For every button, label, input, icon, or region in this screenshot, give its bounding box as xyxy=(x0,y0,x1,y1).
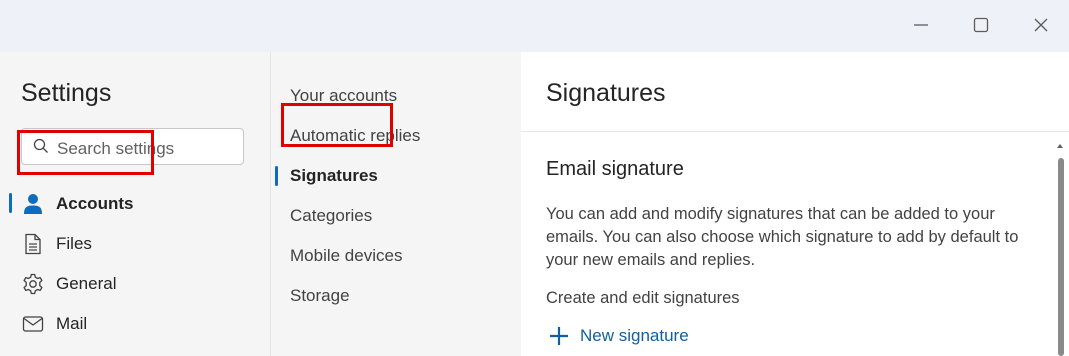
active-indicator xyxy=(9,193,12,213)
sidebar-item-label: Accounts xyxy=(56,194,134,213)
minimize-icon xyxy=(914,24,928,26)
subnav-item-mobile-devices[interactable]: Mobile devices xyxy=(290,241,402,271)
minimize-button[interactable] xyxy=(906,10,936,40)
maximize-icon xyxy=(973,17,989,33)
close-button[interactable] xyxy=(1026,10,1056,40)
close-icon xyxy=(1034,18,1048,32)
panel-header: Signatures xyxy=(521,52,1069,132)
highlight-box-signatures xyxy=(281,103,393,147)
sidebar-item-label: Files xyxy=(56,234,92,253)
signatures-panel: Signatures Email signature You can add a… xyxy=(521,52,1069,356)
section-description: You can add and modify signatures that c… xyxy=(546,205,1019,269)
subnav-item-signatures[interactable]: Signatures xyxy=(290,161,378,191)
subnav-item-storage[interactable]: Storage xyxy=(290,281,350,311)
page-title: Signatures xyxy=(546,79,666,107)
highlight-box-accounts xyxy=(17,130,154,175)
title-bar xyxy=(0,0,1069,52)
sidebar-item-general[interactable]: General xyxy=(21,267,116,301)
new-signature-label: New signature xyxy=(580,326,689,345)
section-title: Email signature xyxy=(546,158,684,180)
accounts-subnav: Your accounts Automatic replies Signatur… xyxy=(270,52,521,356)
mail-icon xyxy=(21,312,45,336)
scrollbar-thumb[interactable] xyxy=(1058,158,1064,356)
subnav-item-categories[interactable]: Categories xyxy=(290,201,372,231)
sidebar-item-files[interactable]: Files xyxy=(21,227,92,261)
sidebar-item-accounts[interactable]: Accounts xyxy=(21,187,133,221)
create-edit-label: Create and edit signatures xyxy=(546,289,740,307)
settings-title: Settings xyxy=(21,79,112,107)
person-icon xyxy=(21,192,45,216)
document-icon xyxy=(21,232,45,256)
maximize-button[interactable] xyxy=(966,10,996,40)
gear-icon xyxy=(21,272,45,296)
scroll-up-arrow[interactable] xyxy=(1055,138,1065,148)
settings-sidebar: Settings Search settings Accounts Files … xyxy=(0,52,270,356)
sidebar-item-label: Mail xyxy=(56,314,88,333)
sidebar-item-mail[interactable]: Mail xyxy=(21,307,87,341)
plus-icon xyxy=(546,323,572,349)
subnav-active-indicator xyxy=(275,166,278,186)
sidebar-item-label: General xyxy=(56,274,117,293)
new-signature-button[interactable]: New signature xyxy=(546,323,689,349)
